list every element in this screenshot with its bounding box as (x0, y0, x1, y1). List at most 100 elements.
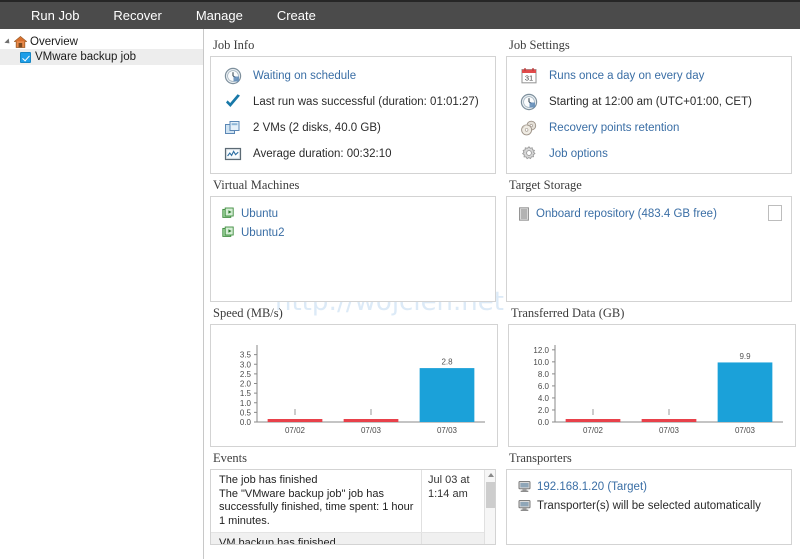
svg-text:07/03: 07/03 (437, 426, 458, 435)
vm-icon (222, 207, 235, 220)
svg-text:8.0: 8.0 (538, 370, 550, 379)
event-title: The job has finished (219, 474, 414, 488)
vm-icon (222, 226, 235, 239)
panel-job-settings: Job Settings 31 (506, 34, 792, 174)
main-content: http://wojcieh.net Job Info (205, 29, 800, 559)
job-info-title: Job Info (213, 38, 496, 53)
chart-icon (223, 144, 243, 164)
speed-chart: 0.00.51.01.52.02.53.03.507/0207/032.807/… (217, 331, 491, 442)
list-item[interactable]: Ubuntu (211, 204, 495, 223)
transporters-title: Transporters (509, 451, 792, 466)
event-detail: The "VMware backup job" job has successf… (219, 488, 413, 527)
svg-text:2.0: 2.0 (240, 380, 252, 389)
panel-transferred-chart: Transferred Data (GB) 0.0 2.0 4.0 6.0 8.0 10.… (508, 302, 796, 447)
job-settings-retention-label[interactable]: Recovery points retention (549, 122, 679, 134)
row-charts: Speed (MB/s) 0.00.51.01.52.02.53.03.507/… (210, 302, 792, 447)
job-settings-row-retention[interactable]: Recovery points retention (507, 115, 791, 141)
job-settings-starttime-label: Starting at 12:00 am (UTC+01:00, CET) (549, 96, 752, 108)
panel-virtual-machines: Virtual Machines Ubuntu (210, 174, 496, 302)
row-info-settings: Job Info (210, 34, 792, 174)
table-row[interactable]: VM backup has finished (211, 533, 495, 545)
job-info-row-schedule[interactable]: Waiting on schedule (211, 63, 495, 89)
svg-text:9.9: 9.9 (739, 352, 751, 361)
svg-text:07/03: 07/03 (361, 426, 382, 435)
event-message: The job has finished The "VMware backup … (211, 470, 421, 532)
job-info-avgduration-label: Average duration: 00:32:10 (253, 148, 392, 160)
transporter-icon (518, 480, 531, 493)
menu-create[interactable]: Create (260, 2, 333, 29)
list-item[interactable]: Onboard repository (483.4 GB free) (507, 205, 791, 223)
transporter-label: Transporter(s) will be selected automati… (537, 500, 761, 512)
storage-select-checkbox[interactable] (768, 205, 782, 221)
job-settings-title: Job Settings (509, 38, 792, 53)
transporter-label[interactable]: 192.168.1.20 (Target) (537, 481, 647, 493)
svg-text:3.5: 3.5 (240, 351, 252, 360)
panel-job-info: Job Info (210, 34, 496, 174)
svg-text:2.8: 2.8 (441, 358, 453, 367)
list-item[interactable]: 192.168.1.20 (Target) (507, 477, 791, 496)
virtual-machines-title: Virtual Machines (213, 178, 496, 193)
checkmark-icon (223, 92, 243, 112)
speed-chart-title: Speed (MB/s) (213, 306, 498, 321)
calendar-icon: 31 (519, 66, 539, 86)
row-vms-storage: Virtual Machines Ubuntu (210, 174, 792, 302)
panel-transporters: Transporters 192.168.1.20 (Target) (506, 447, 792, 545)
panel-target-storage: Target Storage (506, 174, 792, 302)
top-menu-bar: Run Job Recover Manage Create (0, 0, 800, 29)
gear-icon (519, 144, 539, 164)
svg-text:6.0: 6.0 (538, 382, 550, 391)
menu-manage[interactable]: Manage (179, 2, 260, 29)
job-settings-options-label[interactable]: Job options (549, 148, 608, 160)
list-item: Transporter(s) will be selected automati… (507, 496, 791, 515)
events-title: Events (213, 451, 496, 466)
svg-text:0.0: 0.0 (240, 418, 252, 427)
sidebar-item-vmware-backup-job[interactable]: VMware backup job (0, 49, 203, 65)
event-title: VM backup has finished (219, 537, 414, 545)
svg-text:4.0: 4.0 (538, 394, 550, 403)
job-info-vms-label: 2 VMs (2 disks, 40.0 GB) (253, 122, 381, 134)
svg-text:2.0: 2.0 (538, 406, 550, 415)
svg-text:10.0: 10.0 (533, 358, 549, 367)
row-events-transporters: Events The job has finished The "VMware … (210, 447, 792, 545)
job-settings-schedule-label[interactable]: Runs once a day on every day (549, 70, 704, 82)
clock-icon (519, 92, 539, 112)
event-message: VM backup has finished (211, 533, 421, 545)
panel-events: Events The job has finished The "VMware … (210, 447, 496, 545)
job-info-row-avgduration: Average duration: 00:32:10 (211, 141, 495, 167)
recovery-points-icon (519, 118, 539, 138)
svg-text:0.0: 0.0 (538, 418, 550, 427)
transporter-icon (518, 499, 531, 512)
job-settings-row-schedule[interactable]: 31 Runs once a day on every day (507, 63, 791, 89)
job-info-row-lastrun: Last run was successful (duration: 01:01… (211, 89, 495, 115)
vm-label[interactable]: Ubuntu2 (241, 227, 284, 239)
svg-text:12.0: 12.0 (533, 346, 549, 355)
svg-text:1.5: 1.5 (240, 389, 252, 398)
scroll-up-icon[interactable] (488, 473, 494, 477)
scrollbar-thumb[interactable] (486, 482, 495, 508)
list-item[interactable]: Ubuntu2 (211, 223, 495, 242)
sidebar-tree: Overview VMware backup job (0, 29, 204, 559)
menu-run-job[interactable]: Run Job (14, 2, 96, 29)
job-settings-row-starttime: Starting at 12:00 am (UTC+01:00, CET) (507, 89, 791, 115)
transferred-chart-title: Transferred Data (GB) (511, 306, 796, 321)
storage-label[interactable]: Onboard repository (483.4 GB free) (536, 208, 717, 220)
checkbox-checked-icon[interactable] (20, 52, 31, 63)
sidebar-item-overview-label: Overview (30, 36, 78, 48)
events-scrollbar[interactable] (484, 470, 495, 544)
job-settings-row-options[interactable]: Job options (507, 141, 791, 167)
svg-text:07/03: 07/03 (735, 426, 756, 435)
vm-label[interactable]: Ubuntu (241, 208, 278, 220)
transferred-data-chart: 0.02.04.06.08.010.012.007/0207/039.907/0… (515, 331, 789, 442)
chevron-down-icon[interactable] (4, 37, 13, 46)
menu-recover[interactable]: Recover (96, 2, 178, 29)
table-row[interactable]: The job has finished The "VMware backup … (211, 470, 495, 533)
job-info-schedule-label[interactable]: Waiting on schedule (253, 70, 356, 82)
svg-text:07/02: 07/02 (285, 426, 306, 435)
job-info-lastrun-label: Last run was successful (duration: 01:01… (253, 96, 479, 108)
svg-text:07/02: 07/02 (583, 426, 604, 435)
clock-icon (223, 66, 243, 86)
sidebar-item-overview[interactable]: Overview (0, 34, 203, 49)
repository-icon (518, 207, 530, 221)
svg-text:0.5: 0.5 (240, 408, 252, 417)
vms-icon (223, 118, 243, 138)
